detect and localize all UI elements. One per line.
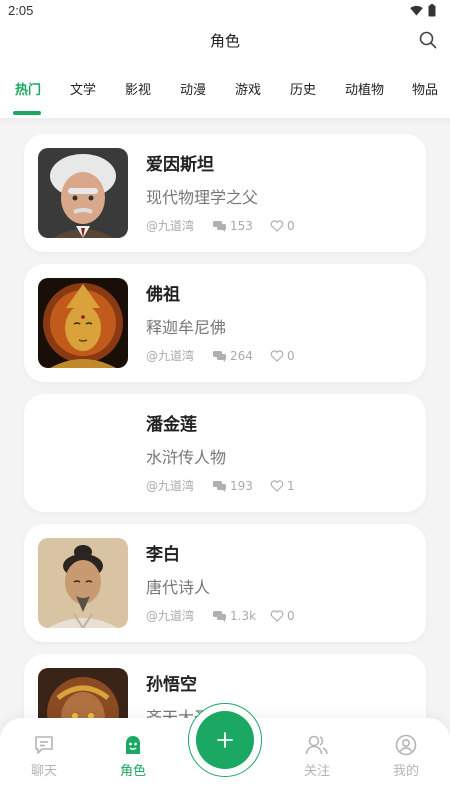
character-name: 佛祖 [146,285,180,305]
status-icons [410,4,436,17]
avatar [38,538,128,628]
heart-icon[interactable] [270,349,284,362]
nav-character-label: 角色 [119,764,146,779]
heart-icon[interactable] [270,479,284,492]
tab-objects[interactable]: 物品 [412,79,438,98]
card-meta: @九道湾 264 0 [146,347,295,364]
character-name: 孙悟空 [146,675,197,695]
chat-count-icon [213,350,226,362]
plus-icon [217,732,233,748]
character-card[interactable]: 潘金莲 水浒传人物 @九道湾 193 1 [24,394,426,512]
tabs-divider [0,118,450,126]
chat-count-icon [213,480,226,492]
nav-character[interactable]: 角色 [103,734,163,779]
status-time: 2:05 [8,3,34,18]
card-meta: @九道湾 193 1 [146,477,295,494]
character-card[interactable]: 爱因斯坦 现代物理学之父 @九道湾 153 0 [24,134,426,252]
nav-chat-label: 聊天 [30,764,57,779]
nav-follow-label: 关注 [303,764,330,779]
follow-icon [305,735,328,755]
author-label: @九道湾 [146,349,195,363]
chat-count-icon [213,220,226,232]
character-name: 爱因斯坦 [146,155,214,175]
search-icon[interactable] [418,30,438,50]
chat-count-icon [213,610,226,622]
character-card[interactable]: 李白 唐代诗人 @九道湾 1.3k 0 [24,524,426,642]
chat-count: 153 [230,218,253,233]
tab-film-tv[interactable]: 影视 [125,79,151,98]
author-label: @九道湾 [146,609,195,623]
nav-profile-label: 我的 [392,764,419,779]
nav-profile[interactable]: 我的 [376,734,436,779]
author-label: @九道湾 [146,219,195,233]
avatar [38,148,128,238]
card-meta: @九道湾 1.3k 0 [146,607,295,624]
tab-hot[interactable]: 热门 [15,79,41,98]
chat-count: 1.3k [230,608,257,623]
character-icon [126,736,140,754]
tab-games[interactable]: 游戏 [235,79,261,98]
tab-anime[interactable]: 动漫 [180,79,206,98]
tab-history[interactable]: 历史 [290,79,316,98]
like-count: 0 [287,348,295,363]
tab-indicator [13,111,41,115]
character-description: 现代物理学之父 [146,188,259,207]
battery-icon [428,4,436,17]
character-name: 潘金莲 [146,415,197,435]
card-meta: @九道湾 153 0 [146,217,295,234]
app-header: 角色 [0,22,450,60]
like-count: 0 [287,608,295,623]
wifi-icon [410,5,423,16]
nav-follow[interactable]: 关注 [287,734,347,779]
add-character-button[interactable] [196,711,254,769]
avatar [38,278,128,368]
tab-animals-plants[interactable]: 动植物 [345,79,384,98]
chat-count: 193 [230,478,253,493]
author-label: @九道湾 [146,479,195,493]
status-bar: 2:05 [0,0,450,22]
nav-chat[interactable]: 聊天 [14,734,74,779]
tab-literature[interactable]: 文学 [70,79,96,98]
character-description: 水浒传人物 [146,448,227,467]
page-title: 角色 [209,32,240,50]
character-description: 释迦牟尼佛 [146,318,227,337]
character-card[interactable]: 佛祖 释迦牟尼佛 @九道湾 264 0 [24,264,426,382]
chat-count: 264 [230,348,253,363]
character-name: 李白 [146,545,180,565]
chat-icon [35,736,53,754]
category-tabs: 热门 文学 影视 动漫 游戏 历史 动植物 物品 [0,60,450,118]
profile-icon [395,734,417,756]
character-description: 唐代诗人 [146,578,211,597]
like-count: 1 [287,478,295,493]
heart-icon[interactable] [270,609,284,622]
like-count: 0 [287,218,295,233]
heart-icon[interactable] [270,219,284,232]
